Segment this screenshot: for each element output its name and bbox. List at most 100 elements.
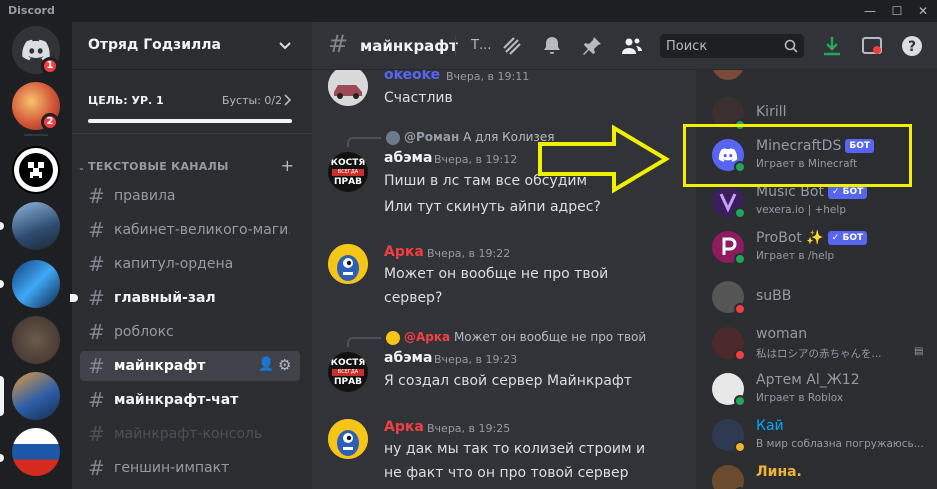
search-input[interactable] xyxy=(660,34,780,58)
channel-capitul[interactable]: # капитул-ордена xyxy=(80,249,300,279)
server-icon-flag[interactable] xyxy=(12,428,60,476)
server-list: 1 2 xyxy=(0,22,72,489)
channel-main-hall[interactable]: # главный-зал xyxy=(70,283,300,313)
message-author[interactable]: абэма xyxy=(384,150,432,166)
user-avatar[interactable]: КОСТЯ ВСЕГДА ПРАВ xyxy=(328,152,368,192)
reply-preview[interactable]: @Арка Может он вообще не про твой xyxy=(404,330,646,344)
avatar-text: КОСТЯ xyxy=(330,158,366,168)
category-header[interactable]: ⌄ ТЕКСТОВЫЕ КАНАЛЫ xyxy=(78,160,229,173)
channel-name: кабинет-великого-маги... xyxy=(114,222,290,238)
unread-indicator xyxy=(0,280,4,288)
inbox-icon[interactable] xyxy=(860,34,884,58)
reply-preview[interactable]: @Роман А для Колизея xyxy=(404,130,554,144)
unread-indicator xyxy=(0,454,4,462)
channel-minecraft[interactable]: # майнкрафт 👤 ⚙ xyxy=(80,351,300,381)
avatar-text: КОСТЯ xyxy=(330,358,366,368)
message-timestamp: Вчера, в 19:23 xyxy=(434,353,518,366)
message-author[interactable]: Арка xyxy=(384,244,424,260)
minimize-button[interactable]: — xyxy=(857,2,883,20)
member-name: Кай xyxy=(756,418,784,434)
user-avatar[interactable] xyxy=(328,419,368,459)
message-text: не факт что он про товой сервер xyxy=(384,465,629,481)
help-icon[interactable]: ? xyxy=(900,34,924,58)
channel-topic[interactable]: Т... xyxy=(471,38,491,53)
server-icon-blue[interactable] xyxy=(12,260,60,308)
bot-badge: ✓ БОТ xyxy=(827,231,868,245)
channel-rules[interactable]: # правила xyxy=(80,181,300,211)
status-online-icon xyxy=(734,253,746,265)
server-icon-portrait[interactable] xyxy=(12,202,60,250)
channel-minecraft-console[interactable]: # майнкрафт-консоль xyxy=(80,419,300,449)
reply-avatar xyxy=(386,331,400,345)
message-text: Может он вообще не про твой xyxy=(384,266,609,282)
channel-genshin[interactable]: # геншин-импакт xyxy=(80,453,300,483)
server-icon-texture[interactable] xyxy=(12,316,60,364)
channel-name: майнкрафт-чат xyxy=(114,392,239,408)
server-mention-badge: 2 xyxy=(41,113,59,131)
hash-icon: # xyxy=(88,218,105,242)
server-header[interactable]: Отряд Годзилла xyxy=(72,22,312,70)
member-activity: Играет в Roblox xyxy=(756,392,844,404)
server-icon-creeper[interactable] xyxy=(12,146,60,194)
hash-icon: # xyxy=(88,286,105,310)
boost-goal[interactable]: ЦЕЛЬ: УР. 1 Бусты: 0/2 xyxy=(72,70,312,134)
channel-name: капитул-ордена xyxy=(114,256,234,272)
monster-avatar-icon xyxy=(328,244,368,284)
reply-author: @Арка xyxy=(404,330,451,344)
server-icon-current[interactable] xyxy=(12,372,60,420)
reply-line xyxy=(347,337,381,347)
threads-icon[interactable] xyxy=(500,34,524,58)
create-channel-icon[interactable]: + xyxy=(281,156,294,175)
gear-icon[interactable]: ⚙ xyxy=(278,356,291,374)
chevron-right-icon xyxy=(284,94,292,106)
member-name: ProBot ✨ ✓ БОТ xyxy=(756,230,868,246)
boost-count: Бусты: 0/2 xyxy=(222,94,283,107)
search-icon xyxy=(784,39,798,53)
channel-sidebar: Отряд Годзилла ЦЕЛЬ: УР. 1 Бусты: 0/2 ⌄ … xyxy=(70,22,312,489)
avatar-text: ПРАВ xyxy=(334,177,362,187)
hash-icon: # xyxy=(88,320,105,344)
bell-icon[interactable] xyxy=(540,34,564,58)
invite-icon[interactable]: 👤 xyxy=(258,357,274,372)
avatar-text: ВСЕГДА xyxy=(332,169,364,176)
member-item[interactable]: ProBot ✨ ✓ БОТ Играет в /help xyxy=(704,226,929,268)
channel-cabinet[interactable]: # кабинет-великого-маги... xyxy=(80,215,300,245)
avatar-text: ВСЕГДА xyxy=(332,369,364,376)
message-author[interactable]: Арка xyxy=(384,419,424,435)
maximize-button[interactable]: ☐ xyxy=(884,2,910,20)
member-item[interactable]: Кай В мир соблазна погружаюсь... xyxy=(704,414,929,456)
download-icon[interactable] xyxy=(820,34,844,58)
user-avatar[interactable] xyxy=(328,244,368,284)
search-box[interactable] xyxy=(660,34,804,58)
member-item[interactable]: Артем Al_Ж12 Играет в Roblox xyxy=(704,368,929,410)
message-author[interactable]: okeoke xyxy=(384,70,440,83)
member-avatar-partial[interactable] xyxy=(712,70,744,80)
member-avatar xyxy=(712,465,744,489)
message-timestamp: Вчера, в 19:25 xyxy=(427,422,511,435)
message-author[interactable]: абэма xyxy=(384,350,432,366)
channel-title: майнкрафт xyxy=(360,37,458,55)
member-list-icon[interactable] xyxy=(620,34,644,58)
message-text: ну дак мы так то колизей строим и xyxy=(384,441,646,457)
pin-icon[interactable] xyxy=(580,34,604,58)
channel-name: геншин-импакт xyxy=(114,460,230,476)
note-icon: ▤ xyxy=(914,346,924,357)
member-item[interactable]: suBB xyxy=(704,276,929,318)
member-name: Kirill xyxy=(756,104,787,120)
reply-text: Может он вообще не про твой xyxy=(453,330,647,344)
user-avatar[interactable] xyxy=(328,70,368,106)
member-activity: В мир соблазна погружаюсь... xyxy=(756,438,924,450)
arrow-annotation-icon xyxy=(538,124,670,194)
monster-avatar-icon xyxy=(328,419,368,459)
close-button[interactable]: ✕ xyxy=(910,2,936,20)
app-brand: Discord xyxy=(8,4,55,17)
channel-minecraft-chat[interactable]: # майнкрафт-чат xyxy=(80,385,300,415)
hash-icon: # xyxy=(328,30,349,58)
member-item[interactable]: woman 私はロシアの赤ちゃんを... ▤ xyxy=(704,322,929,364)
channel-roblox[interactable]: # роблокс xyxy=(80,317,300,347)
mentions-badge: 1 xyxy=(41,57,59,75)
member-item[interactable]: Лина. xyxy=(704,460,929,489)
avatar-text: ПРАВ xyxy=(334,377,362,387)
discord-window: Discord — ☐ ✕ 1 2 Отряд Годзилла ЦЕЛЬ: У… xyxy=(0,0,937,489)
user-avatar[interactable]: КОСТЯ ВСЕГДА ПРАВ xyxy=(328,352,368,392)
